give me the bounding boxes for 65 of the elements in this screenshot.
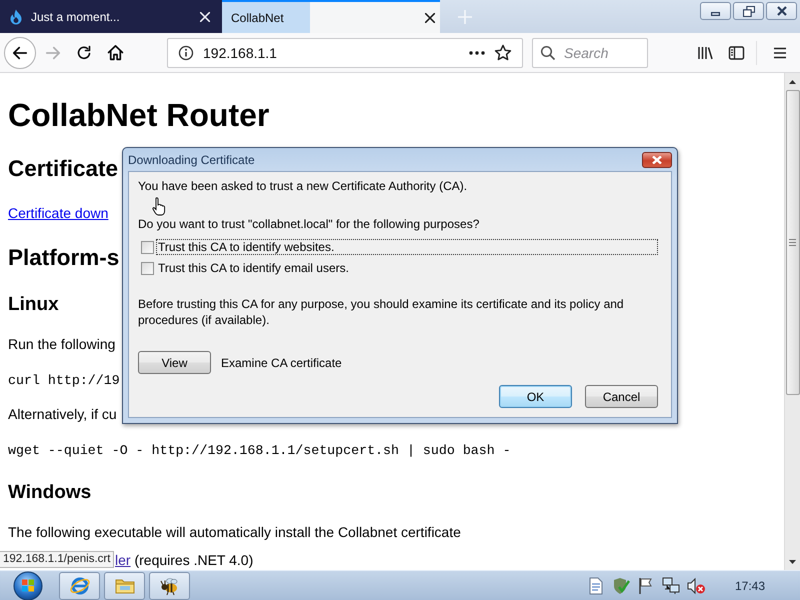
search-field[interactable]: Search (532, 38, 648, 68)
taskbar-button[interactable] (149, 572, 190, 600)
minimize-button[interactable] (700, 2, 731, 20)
close-icon (200, 12, 210, 22)
subsection-heading: Linux (8, 294, 59, 316)
dialog-button[interactable]: OK (499, 385, 572, 408)
pointer-hand-cursor-icon (152, 197, 166, 216)
back-button[interactable] (4, 36, 36, 68)
close-icon (425, 12, 435, 22)
grip-icon (789, 239, 796, 246)
scrollbar-thumb[interactable] (786, 90, 800, 395)
paragraph: Alternatively, if cu (8, 405, 117, 423)
section-heading: Platform-s (8, 244, 120, 272)
dialog-question: Do you want to trust "collabnet.local" for the following purposes? (138, 217, 480, 232)
muted-speaker-icon[interactable] (686, 576, 706, 596)
subsection-heading: Windows (8, 482, 92, 504)
menu-icon (772, 44, 788, 60)
close-window-button[interactable] (766, 2, 797, 20)
close-button[interactable] (642, 152, 672, 168)
url-text: 192.168.1.1 (203, 44, 277, 60)
dialog-note: Before trusting this CA for any purpose, you should examine its certificate and its policy and procedures (if available). (138, 296, 625, 328)
paragraph: ler (requires .NET 4.0) (115, 551, 254, 569)
view-button[interactable]: View (138, 351, 211, 374)
page-title: CollabNet Router (8, 97, 270, 133)
browser-icon (68, 574, 90, 596)
reload-icon (76, 44, 92, 60)
dialog-title: Downloading Certificate (128, 152, 255, 166)
sidebar-icon (728, 44, 744, 60)
up-arrow-icon (789, 80, 796, 84)
checkbox-label[interactable]: Trust this CA to identify email users. (156, 260, 658, 276)
code-line: curl http://19 (8, 372, 120, 390)
minimize-icon (711, 12, 720, 16)
checkbox[interactable] (141, 240, 154, 254)
checkbox-label[interactable]: Trust this CA to identify websites. (156, 239, 658, 255)
restore-icon (742, 6, 754, 16)
code-line: wget --quiet -O - http://192.168.1.1/setupcert.sh | sudo bash - (8, 442, 511, 460)
dialog-message: You have been asked to trust a new Certificate Authority (CA). (138, 179, 468, 194)
plus-icon (458, 10, 472, 24)
browser-tab[interactable]: CollabNet (222, 0, 440, 33)
restore-button[interactable] (733, 2, 764, 20)
installer-link[interactable]: ler (115, 552, 131, 568)
download-link[interactable]: Certificate down (8, 205, 108, 221)
start-button[interactable] (13, 570, 43, 600)
home-icon (106, 44, 124, 61)
paragraph: Run the following (8, 335, 116, 353)
dialog-button[interactable]: Cancel (585, 385, 658, 408)
clock[interactable]: 17:43 (734, 578, 765, 592)
paragraph: The following executable will automatically install the Collabnet certificate (8, 523, 461, 541)
network-icon[interactable] (660, 576, 681, 596)
checkbox[interactable] (141, 262, 154, 274)
link-status-tooltip: 192.168.1.1/penis.crt (0, 551, 114, 568)
forward-arrow-icon (45, 46, 61, 60)
close-icon (652, 156, 662, 164)
back-arrow-icon (12, 46, 28, 60)
info-icon (178, 44, 194, 60)
more-dots-icon (469, 50, 485, 54)
close-icon (776, 6, 786, 16)
down-arrow-icon (789, 560, 796, 564)
browser-tab[interactable]: Just a moment... (0, 0, 222, 33)
star-icon (494, 44, 512, 62)
library-icon (696, 44, 714, 60)
address-bar[interactable]: 192.168.1.1 (167, 38, 523, 68)
view-button-description: Examine CA certificate (221, 356, 342, 370)
search-icon (540, 44, 556, 60)
section-heading: Certificate (8, 155, 118, 183)
